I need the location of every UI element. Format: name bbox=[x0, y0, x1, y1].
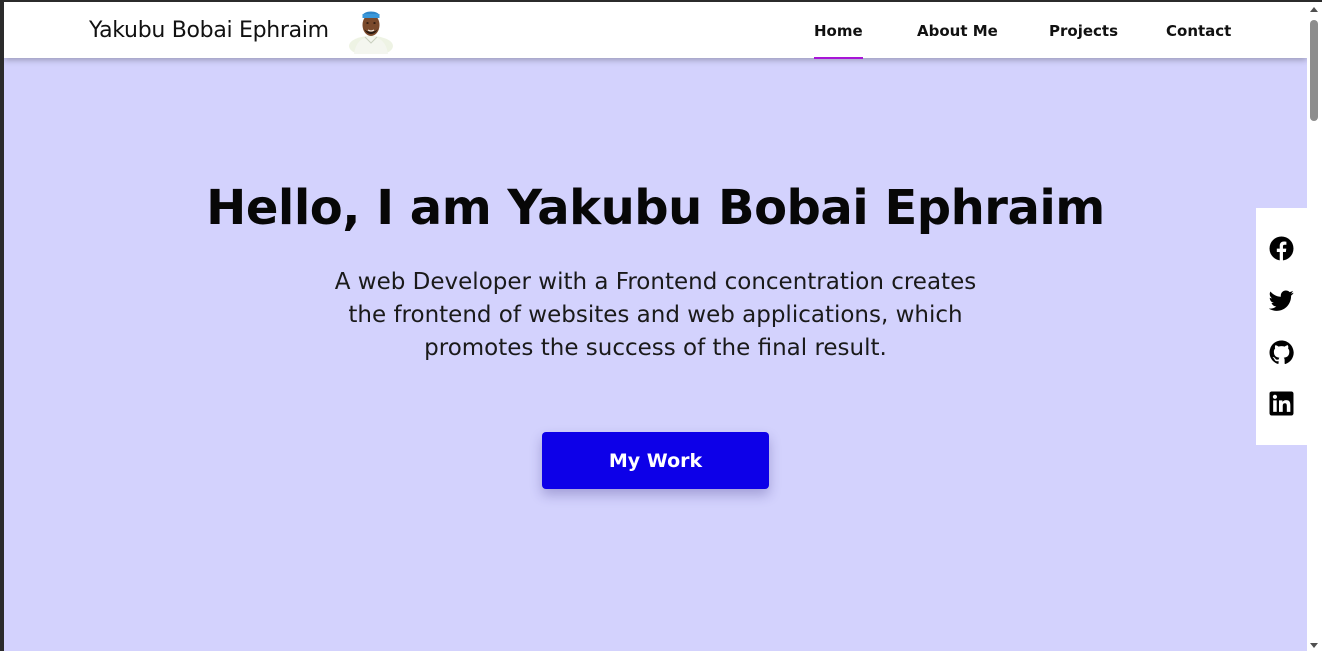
avatar bbox=[348, 6, 394, 56]
vertical-scrollbar[interactable] bbox=[1307, 2, 1322, 651]
navbar: Yakubu Bobai Ephraim Home About Me Proje… bbox=[4, 2, 1307, 59]
scrollbar-thumb[interactable] bbox=[1310, 20, 1318, 121]
twitter-link[interactable] bbox=[1269, 288, 1294, 313]
twitter-icon bbox=[1269, 290, 1294, 311]
facebook-link[interactable] bbox=[1269, 236, 1294, 261]
facebook-icon bbox=[1269, 236, 1294, 261]
scroll-up-icon[interactable] bbox=[1310, 7, 1318, 12]
nav-link-home[interactable]: Home bbox=[814, 22, 863, 59]
social-links-panel bbox=[1256, 208, 1307, 445]
nav-link-contact[interactable]: Contact bbox=[1166, 22, 1231, 40]
linkedin-link[interactable] bbox=[1269, 391, 1294, 416]
nav-link-about-me[interactable]: About Me bbox=[917, 22, 998, 40]
profile-photo-icon bbox=[349, 11, 393, 56]
github-icon bbox=[1269, 340, 1294, 364]
hero-subtitle: A web Developer with a Frontend concentr… bbox=[334, 269, 977, 361]
my-work-button[interactable]: My Work bbox=[542, 432, 769, 489]
page-viewport: Yakubu Bobai Ephraim Home About Me Proje… bbox=[4, 2, 1307, 651]
hero-title: Hello, I am Yakubu Bobai Ephraim bbox=[206, 180, 1105, 236]
linkedin-icon bbox=[1269, 391, 1294, 416]
brand-name[interactable]: Yakubu Bobai Ephraim bbox=[89, 18, 329, 43]
nav-link-projects[interactable]: Projects bbox=[1049, 22, 1118, 40]
github-link[interactable] bbox=[1269, 340, 1294, 365]
scroll-down-icon[interactable] bbox=[1310, 643, 1318, 648]
